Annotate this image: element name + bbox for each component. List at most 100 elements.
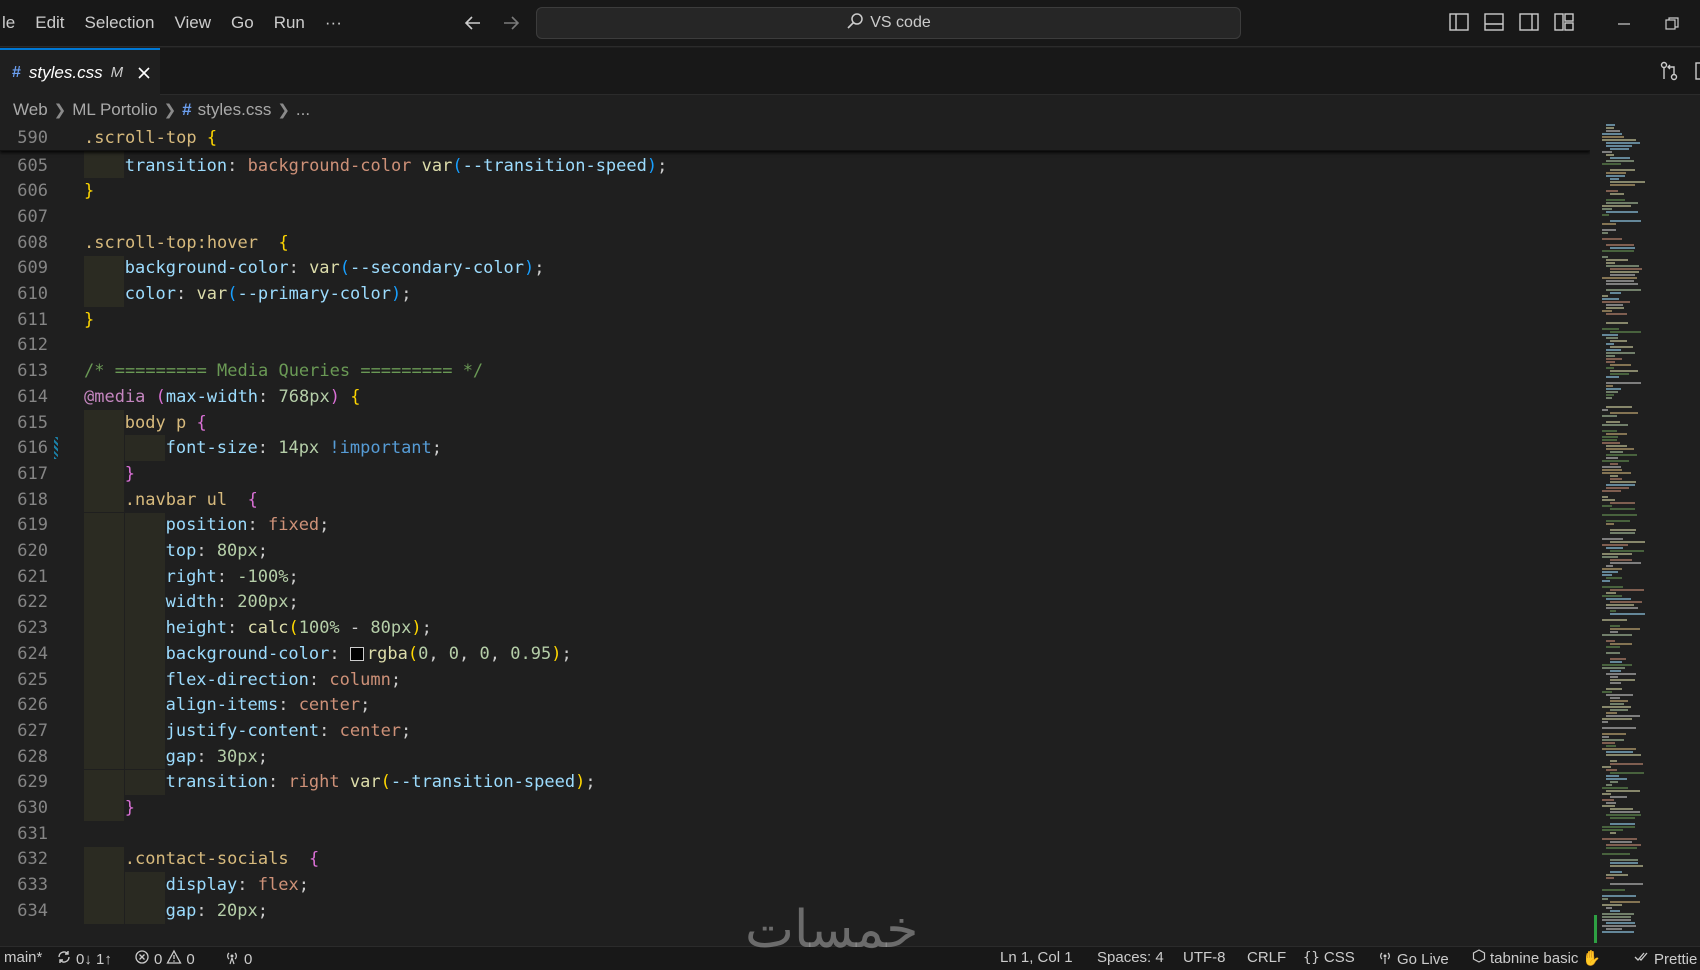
code-line[interactable]: 616 font-size: 14px !important; <box>0 435 1590 461</box>
split-editor-icon[interactable] <box>1694 60 1700 87</box>
language-mode[interactable]: {} CSS <box>1303 949 1355 966</box>
breadcrumb-item-folder[interactable]: ML Portolio <box>72 100 157 120</box>
code-text: right: -100%; <box>165 566 299 587</box>
code-line[interactable]: 623 height: calc(100% - 80px); <box>0 615 1590 641</box>
problems-status[interactable]: 0 0 <box>134 949 195 969</box>
forward-arrow-icon[interactable] <box>498 10 524 36</box>
code-line[interactable]: 622 width: 200px; <box>0 590 1590 616</box>
color-swatch[interactable] <box>349 646 364 661</box>
tab-styles-css[interactable]: # styles.css M <box>0 48 160 95</box>
minimap-line <box>1606 523 1614 525</box>
code-line[interactable]: 617} <box>0 461 1590 487</box>
sticky-scroll-header[interactable]: 590 .scroll-top { <box>0 124 1590 151</box>
minimap-line <box>1606 520 1630 522</box>
open-changes-icon[interactable] <box>1658 60 1680 87</box>
code-line[interactable]: 605 transition: background-color var(--tr… <box>0 153 1590 179</box>
minimap-line <box>1606 640 1615 642</box>
encoding-status[interactable]: UTF-8 <box>1183 949 1226 966</box>
code-line[interactable]: 618 .navbar ul { <box>0 487 1590 513</box>
menu-bar: le Edit Selection View Go Run ··· <box>0 0 352 46</box>
code-line[interactable]: 629 transition: right var(--transition-sp… <box>0 770 1590 796</box>
code-line[interactable]: 615 body p { <box>0 410 1590 436</box>
code-line[interactable]: 620 top: 80px; <box>0 538 1590 564</box>
code-line[interactable]: 627 justify-content: center; <box>0 718 1590 744</box>
toggle-primary-sidebar-icon[interactable] <box>1448 11 1470 33</box>
minimap-line <box>1602 499 1615 501</box>
minimize-icon[interactable] <box>1600 0 1648 47</box>
toggle-panel-icon[interactable] <box>1483 11 1505 33</box>
code-line[interactable]: 628 gap: 30px; <box>0 744 1590 770</box>
ports-status[interactable]: 0 <box>224 949 252 969</box>
minimap-line <box>1602 595 1622 597</box>
toggle-secondary-sidebar-icon[interactable] <box>1518 11 1540 33</box>
go-live-button[interactable]: Go Live <box>1377 949 1449 969</box>
command-center-search[interactable]: VS code <box>536 7 1241 39</box>
minimap-line <box>1606 244 1634 246</box>
code-line[interactable]: 631 <box>0 821 1590 847</box>
code-line[interactable]: 625 flex-direction: column; <box>0 667 1590 693</box>
breadcrumb-item-web[interactable]: Web <box>13 100 48 120</box>
sync-status[interactable]: 0↓ 1↑ <box>56 949 112 969</box>
minimap-line <box>1610 610 1616 612</box>
code-line[interactable]: 614 @media (max-width: 768px) { <box>0 384 1590 410</box>
minimap-line <box>1610 700 1628 702</box>
code-line[interactable]: 633 display: flex; <box>0 872 1590 898</box>
tabnine-status[interactable]: tabnine basic ✋ <box>1472 949 1601 967</box>
code-line[interactable]: 632 .contact-socials { <box>0 847 1590 873</box>
code-line[interactable]: 626 align-items: center; <box>0 692 1590 718</box>
code-line[interactable]: 613 /* ========= Media Queries ========= … <box>0 358 1590 384</box>
line-number: 625 <box>17 669 48 690</box>
code-line[interactable]: 621 right: -100%; <box>0 564 1590 590</box>
close-icon[interactable] <box>135 64 153 82</box>
restore-icon[interactable] <box>1648 0 1696 47</box>
minimap-line <box>1606 607 1638 609</box>
code-text: justify-content: center; <box>165 720 412 741</box>
minimap-line <box>1606 124 1615 126</box>
menu-more[interactable]: ··· <box>315 0 352 46</box>
cursor-position[interactable]: Ln 1, Col 1 <box>1000 949 1073 966</box>
code-line[interactable]: 610 color: var(--primary-color); <box>0 281 1590 307</box>
back-arrow-icon[interactable] <box>460 10 486 36</box>
code-line[interactable]: 611} <box>0 307 1590 333</box>
minimap-line <box>1606 421 1620 423</box>
minimap-line <box>1606 577 1622 579</box>
minimap-line <box>1606 877 1614 879</box>
prettier-status[interactable]: Prettie <box>1634 949 1697 969</box>
warning-count: 0 <box>186 950 195 968</box>
minimap-line <box>1610 676 1618 678</box>
branch-status[interactable]: main* <box>4 949 42 966</box>
minimap-line <box>1610 247 1635 249</box>
eol-status[interactable]: CRLF <box>1247 949 1286 966</box>
customize-layout-icon[interactable] <box>1553 11 1575 33</box>
menu-view[interactable]: View <box>164 0 221 46</box>
code-line[interactable]: 606} <box>0 178 1590 204</box>
minimap-line <box>1610 331 1641 333</box>
code-line[interactable]: 609 background-color: var(--secondary-col… <box>0 256 1590 282</box>
minimap-line <box>1606 382 1641 384</box>
code-line[interactable]: 607 <box>0 204 1590 230</box>
minimap-line <box>1610 451 1623 453</box>
minimap[interactable] <box>1590 124 1700 940</box>
minimap-line <box>1610 781 1618 783</box>
minimap-line <box>1602 829 1623 831</box>
menu-go[interactable]: Go <box>221 0 264 46</box>
minimap-line <box>1606 922 1635 924</box>
indentation-status[interactable]: Spaces: 4 <box>1097 949 1164 966</box>
tabnine-icon <box>1472 949 1486 967</box>
breadcrumb-item-symbol[interactable]: ... <box>296 100 310 120</box>
code-line[interactable]: 630} <box>0 795 1590 821</box>
minimap-line <box>1610 772 1644 774</box>
menu-file[interactable]: le <box>0 0 25 46</box>
ports-count: 0 <box>244 950 253 968</box>
code-line[interactable]: 608 .scroll-top:hover { <box>0 230 1590 256</box>
breadcrumb-item-file[interactable]: styles.css <box>198 100 272 120</box>
code-editor[interactable]: 590 .scroll-top { 604z-index: 1000;605tr… <box>0 124 1590 940</box>
menu-selection[interactable]: Selection <box>75 0 165 46</box>
minimap-line <box>1606 598 1631 600</box>
code-line[interactable]: 612 <box>0 333 1590 359</box>
code-line[interactable]: 624 background-color: rgba(0, 0, 0, 0.95)… <box>0 641 1590 667</box>
css-file-icon: # <box>182 100 192 119</box>
code-line[interactable]: 619 position: fixed; <box>0 513 1590 539</box>
menu-edit[interactable]: Edit <box>25 0 74 46</box>
menu-run[interactable]: Run <box>264 0 315 46</box>
